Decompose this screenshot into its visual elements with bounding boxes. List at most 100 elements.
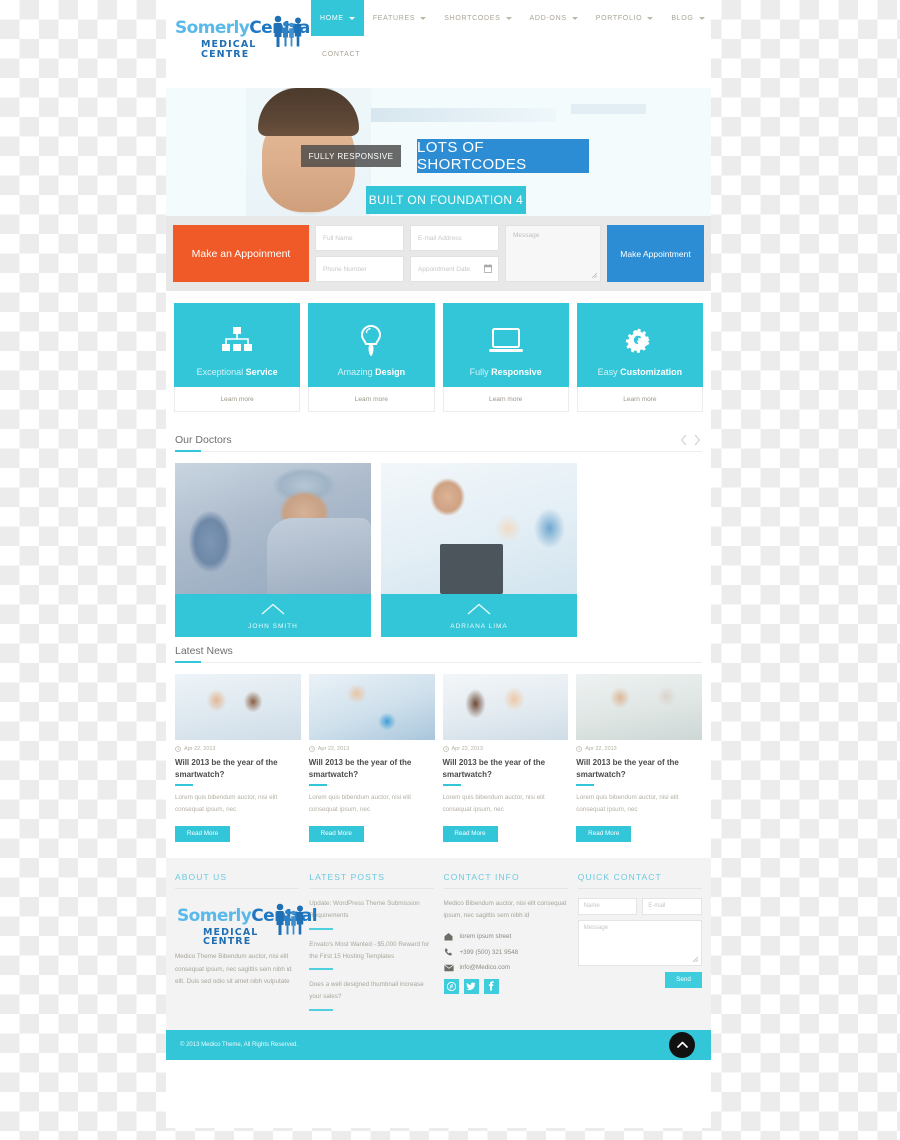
site-logo[interactable]: SomerlyCentral MEDICAL CENTRE	[173, 12, 316, 62]
news-thumbnail[interactable]	[175, 674, 301, 740]
read-more-button[interactable]: Read More	[442, 825, 498, 842]
resize-handle-icon[interactable]	[691, 955, 698, 962]
feature-learn-more-link[interactable]: Learn more	[442, 387, 569, 412]
nav-item-shortcodes[interactable]: SHORTCODES	[435, 0, 520, 36]
doctor-name-bar[interactable]: JOHN SMITH	[175, 594, 371, 637]
full-name-input[interactable]: Full Name	[315, 225, 404, 251]
feature-card-customization[interactable]: Easy Customization Learn more	[576, 303, 703, 412]
email-input[interactable]: E-mail Address	[410, 225, 499, 251]
feature-learn-more-link[interactable]: Learn more	[576, 387, 703, 412]
resize-handle-icon[interactable]	[590, 271, 597, 278]
nav-item-addons[interactable]: ADD-ONS	[521, 0, 587, 36]
news-title[interactable]: Will 2013 be the year of the smartwatch?	[175, 757, 301, 780]
quick-contact-name-input[interactable]: Name	[577, 897, 638, 915]
footer-post-underline	[309, 927, 334, 930]
footer-column-quick-contact: QUICK CONTACT Name E-mail Message Send	[577, 872, 702, 1020]
chevron-up-icon	[467, 603, 491, 615]
make-appointment-button[interactable]: Make Appointment	[607, 225, 704, 282]
twitter-icon[interactable]	[463, 978, 479, 994]
message-textarea[interactable]: Message	[505, 225, 601, 282]
doctor-photo	[175, 463, 371, 594]
footer-address-line: lorem ipsum street	[444, 932, 568, 941]
nav-item-contact[interactable]: CONTACT	[311, 36, 369, 72]
features-row: Exceptional Service Learn more Amazing D…	[166, 291, 711, 426]
main-navigation: HOME FEATURES SHORTCODES ADD-ONS PORTFOL…	[311, 0, 711, 70]
footer-logo[interactable]: SomerlyCentral MEDICAL CENTRE	[175, 898, 318, 947]
news-date: Apr 22, 2013	[175, 746, 301, 752]
section-divider	[175, 450, 702, 452]
section-divider	[175, 661, 702, 663]
footer-posts-title: LATEST POSTS	[309, 871, 385, 882]
chevron-right-icon[interactable]	[694, 434, 701, 446]
nav-item-label: SHORTCODES	[444, 14, 501, 22]
news-title[interactable]: Will 2013 be the year of the smartwatch?	[309, 757, 435, 780]
news-excerpt: Lorem quis bibendum auctor, nisi elit co…	[442, 794, 545, 813]
feature-label: Easy Customization	[598, 367, 683, 377]
read-more-button[interactable]: Read More	[576, 825, 632, 842]
nav-item-blog[interactable]: BLOG	[662, 0, 711, 36]
news-card[interactable]: Apr 22, 2013 Will 2013 be the year of th…	[175, 674, 301, 842]
news-section-header: Latest News	[166, 637, 711, 663]
feature-learn-more-link[interactable]: Learn more	[308, 387, 435, 412]
appointment-date-input[interactable]: Appointment Date	[410, 256, 499, 282]
footer-divider	[175, 887, 300, 889]
footer-email-text[interactable]: info@Medico.com	[460, 964, 511, 971]
footer-post-link[interactable]: Update: WordPress Theme Submission Requi…	[309, 898, 433, 923]
footer-post-link[interactable]: Envato's Most Wanted - $5,000 Reward for…	[309, 939, 433, 964]
gears-icon	[624, 321, 656, 361]
footer-post-link[interactable]: Does a well designed thumbnail increase …	[309, 979, 433, 1004]
nav-item-label: PORTFOLIO	[595, 14, 643, 22]
news-title[interactable]: Will 2013 be the year of the smartwatch?	[443, 757, 569, 780]
feature-card-design[interactable]: Amazing Design Learn more	[308, 303, 435, 412]
chevron-left-icon[interactable]	[680, 434, 687, 446]
news-excerpt: Lorem quis bibendum auctor, nisi elit co…	[175, 794, 278, 813]
footer-address-text: lorem ipsum street	[459, 932, 512, 940]
news-title-underline	[308, 784, 327, 787]
facebook-icon[interactable]	[483, 978, 499, 994]
doctor-name-bar[interactable]: ADRIANA LIMA	[381, 594, 577, 637]
nav-item-home[interactable]: HOME	[311, 0, 364, 36]
news-thumbnail[interactable]	[576, 674, 702, 740]
nav-item-portfolio[interactable]: PORTFOLIO	[587, 0, 663, 36]
news-card[interactable]: Apr 22, 2013 Will 2013 be the year of th…	[442, 674, 569, 842]
news-date-text: Apr 22, 2013	[317, 746, 350, 752]
calendar-icon[interactable]	[484, 264, 492, 273]
read-more-button[interactable]: Read More	[175, 825, 230, 842]
doctor-card[interactable]: ADRIANA LIMA	[381, 463, 577, 637]
nav-item-label: HOME	[320, 14, 344, 22]
footer-divider	[309, 887, 434, 889]
footer-contact-text: Medico Bibendum auctor, nisi elit conseq…	[443, 899, 567, 920]
sitemap-icon	[222, 321, 253, 361]
footer-email-line: info@Medico.com	[443, 964, 568, 972]
quick-contact-email-input[interactable]: E-mail	[642, 897, 702, 915]
nav-item-features[interactable]: FEATURES	[364, 0, 435, 36]
footer-post-underline	[309, 968, 334, 971]
news-date: Apr 22, 2013	[308, 746, 435, 752]
news-thumbnail[interactable]	[308, 674, 435, 740]
doctor-card[interactable]: JOHN SMITH	[175, 463, 371, 637]
quick-contact-send-button[interactable]: Send	[665, 971, 702, 988]
scroll-to-top-button[interactable]	[669, 1031, 695, 1058]
feature-label: Exceptional Service	[197, 367, 278, 377]
news-card[interactable]: Apr 22, 2013 Will 2013 be the year of th…	[308, 674, 435, 842]
news-list: Apr 22, 2013 Will 2013 be the year of th…	[166, 663, 711, 858]
feature-label-bold: Customization	[620, 367, 683, 377]
nav-row-secondary: CONTACT	[311, 36, 711, 70]
feature-learn-more-link[interactable]: Learn more	[174, 387, 301, 412]
phone-input[interactable]: Phone Number	[315, 256, 404, 282]
clock-icon	[576, 746, 583, 752]
news-thumbnail[interactable]	[442, 674, 569, 740]
news-card[interactable]: Apr 22, 2013 Will 2013 be the year of th…	[576, 674, 702, 842]
feature-card-service[interactable]: Exceptional Service Learn more	[174, 303, 301, 412]
clock-icon	[308, 746, 315, 752]
news-title[interactable]: Will 2013 be the year of the smartwatch?	[576, 757, 702, 780]
news-date-text: Apr 22, 2013	[585, 746, 617, 752]
hero-slider[interactable]: FULLY RESPONSIVE LOTS OF SHORTCODES BUIL…	[166, 88, 711, 216]
read-more-button[interactable]: Read More	[308, 825, 364, 842]
pinterest-icon[interactable]	[443, 978, 459, 994]
quick-contact-message-textarea[interactable]: Message	[577, 919, 702, 966]
feature-card-responsive[interactable]: Fully Responsive Learn more	[442, 303, 569, 412]
feature-label-light: Exceptional	[196, 367, 246, 377]
news-date: Apr 22, 2013	[442, 746, 569, 752]
chevron-down-icon	[505, 16, 512, 20]
